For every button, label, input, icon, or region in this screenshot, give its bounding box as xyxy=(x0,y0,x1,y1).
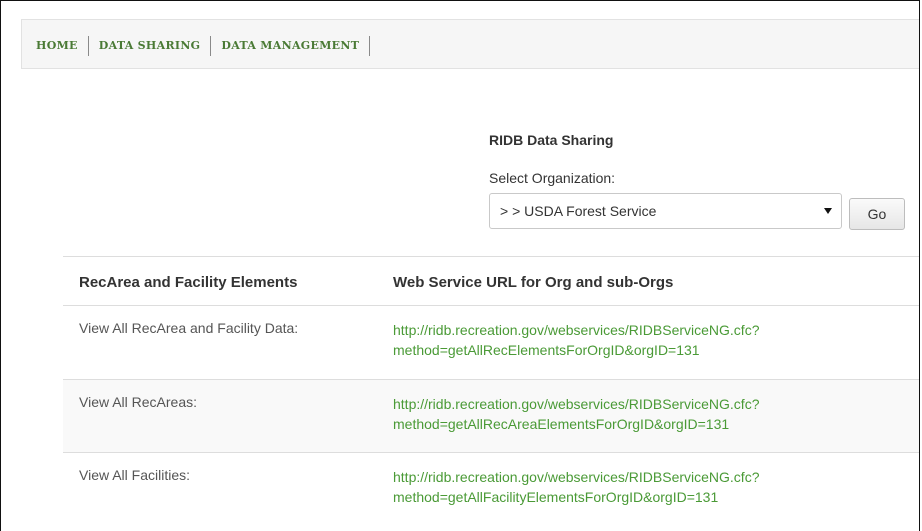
top-navbar: HOME DATA SHARING DATA MANAGEMENT xyxy=(21,19,919,69)
select-organization-label: Select Organization: xyxy=(489,170,616,186)
column-header-url: Web Service URL for Org and sub-Orgs xyxy=(393,274,674,291)
row-url-cell: http://ridb.recreation.gov/webservices/R… xyxy=(393,453,919,525)
nav-list: HOME DATA SHARING DATA MANAGEMENT xyxy=(36,36,371,56)
web-service-link[interactable]: http://ridb.recreation.gov/webservices/R… xyxy=(393,467,919,507)
link-line-2: method=getAllRecElementsForOrgID&orgID=1… xyxy=(393,342,700,358)
organization-select-value: > > USDA Forest Service xyxy=(500,203,657,219)
link-line-2: method=getAllRecAreaElementsForOrgID&org… xyxy=(393,416,730,432)
table-row: View All RecArea and Facility Data: http… xyxy=(63,306,919,379)
row-label: View All RecArea and Facility Data: xyxy=(79,320,299,336)
nav-home[interactable]: HOME xyxy=(36,36,89,56)
elements-table: RecArea and Facility Elements Web Servic… xyxy=(63,256,919,525)
row-label: View All Facilities: xyxy=(79,467,191,483)
row-url-cell: http://ridb.recreation.gov/webservices/R… xyxy=(393,380,919,452)
go-button[interactable]: Go xyxy=(849,198,905,230)
table-row: View All RecAreas: http://ridb.recreatio… xyxy=(63,379,919,452)
row-url-cell: http://ridb.recreation.gov/webservices/R… xyxy=(393,306,919,379)
column-header-elements: RecArea and Facility Elements xyxy=(79,274,298,291)
table-row: View All Facilities: http://ridb.recreat… xyxy=(63,452,919,525)
organization-select[interactable]: > > USDA Forest Service xyxy=(489,193,842,229)
link-line-1: http://ridb.recreation.gov/webservices/R… xyxy=(393,322,760,338)
nav-data-sharing[interactable]: DATA SHARING xyxy=(89,36,212,56)
page-frame: HOME DATA SHARING DATA MANAGEMENT RIDB D… xyxy=(0,0,920,531)
sharing-title: RIDB Data Sharing xyxy=(489,132,614,148)
web-service-link[interactable]: http://ridb.recreation.gov/webservices/R… xyxy=(393,320,919,360)
web-service-link[interactable]: http://ridb.recreation.gov/webservices/R… xyxy=(393,394,919,434)
link-line-1: http://ridb.recreation.gov/webservices/R… xyxy=(393,469,760,485)
caret-down-icon xyxy=(824,208,832,214)
link-line-1: http://ridb.recreation.gov/webservices/R… xyxy=(393,396,760,412)
table-header-row: RecArea and Facility Elements Web Servic… xyxy=(63,256,919,306)
nav-data-management[interactable]: DATA MANAGEMENT xyxy=(211,36,371,56)
link-line-2: method=getAllFacilityElementsForOrgID&or… xyxy=(393,489,719,505)
row-label: View All RecAreas: xyxy=(79,394,198,410)
